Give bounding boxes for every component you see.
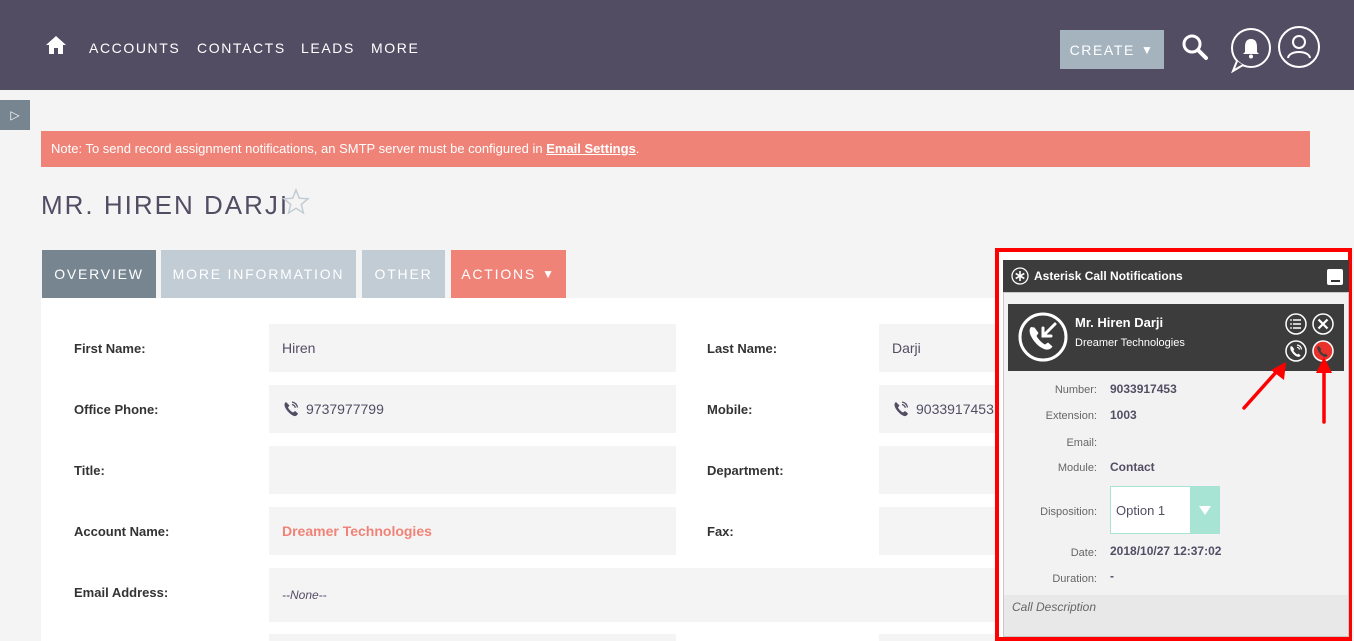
bell-icon[interactable] xyxy=(1229,27,1273,73)
page-title: MR. HIREN DARJI xyxy=(41,190,290,220)
department-label: Department: xyxy=(707,463,784,478)
detail-panel: First Name: Hiren Last Name: Darji Offic… xyxy=(41,298,1001,641)
notification-header: Asterisk Call Notifications xyxy=(1003,260,1349,292)
tab-more-information-label: MORE INFORMATION xyxy=(172,266,345,282)
email-address-field[interactable]: --None-- xyxy=(269,568,1001,622)
user-icon[interactable] xyxy=(1277,25,1321,69)
mobile-field[interactable]: 9033917453 xyxy=(879,385,1001,433)
tab-actions[interactable]: ACTIONS ▼ xyxy=(451,250,566,298)
phone-icon[interactable] xyxy=(282,400,300,418)
call-description-input[interactable]: Call Description xyxy=(1004,595,1348,636)
account-name-label: Account Name: xyxy=(74,524,170,539)
fax-label: Fax: xyxy=(707,524,734,539)
create-button[interactable]: CREATE ▼ xyxy=(1060,30,1164,69)
title-label: Title: xyxy=(74,463,105,478)
module-label: Module: xyxy=(1057,462,1097,474)
number-label: Number: xyxy=(1054,384,1097,396)
play-icon: ▷ xyxy=(10,108,20,122)
banner-suffix: . xyxy=(635,141,640,156)
next-field xyxy=(879,634,1001,641)
nav-leads[interactable]: LEADS xyxy=(301,40,355,56)
extension-label: Extension: xyxy=(1045,410,1097,422)
next-field xyxy=(269,634,676,641)
chevron-down-icon xyxy=(1190,487,1219,533)
mobile-value: 9033917453 xyxy=(916,401,994,417)
last-name-label: Last Name: xyxy=(707,341,778,356)
close-icon[interactable] xyxy=(1312,313,1334,335)
nav-more[interactable]: MORE xyxy=(371,40,419,56)
department-field[interactable] xyxy=(879,446,1001,494)
first-name-field[interactable]: Hiren xyxy=(269,324,676,372)
disposition-label: Disposition: xyxy=(1040,506,1097,518)
mobile-label: Mobile: xyxy=(707,402,753,417)
duration-value: - xyxy=(1110,569,1114,583)
star-icon[interactable] xyxy=(282,188,310,216)
sidebar-toggle-button[interactable]: ▷ xyxy=(0,100,30,130)
number-value: 9033917453 xyxy=(1110,382,1177,396)
asterisk-icon xyxy=(1011,267,1029,285)
incoming-call-icon xyxy=(1018,312,1068,362)
minimize-button[interactable] xyxy=(1327,269,1343,285)
account-name-link[interactable]: Dreamer Technologies xyxy=(269,507,676,555)
date-value: 2018/10/27 12:37:02 xyxy=(1110,544,1222,558)
email-label: Email: xyxy=(1066,437,1097,449)
caret-down-icon: ▼ xyxy=(1140,42,1155,57)
notification-banner: Note: To send record assignment notifica… xyxy=(41,131,1310,167)
tab-other-label: OTHER xyxy=(374,266,433,282)
disposition-value: Option 1 xyxy=(1116,502,1166,518)
email-address-label: Email Address: xyxy=(74,585,169,600)
tab-other[interactable]: OTHER xyxy=(362,250,445,298)
fax-field[interactable] xyxy=(879,507,1001,555)
module-value: Contact xyxy=(1110,460,1155,474)
notification-title: Asterisk Call Notifications xyxy=(1034,269,1183,283)
call-notification-widget: Asterisk Call Notifications Mr. Hiren Da… xyxy=(995,248,1352,641)
nav-accounts[interactable]: ACCOUNTS xyxy=(89,40,180,56)
list-icon[interactable] xyxy=(1285,313,1307,335)
banner-text: Note: To send record assignment notifica… xyxy=(51,141,547,156)
caret-down-icon: ▼ xyxy=(542,267,556,281)
tab-actions-label: ACTIONS xyxy=(461,266,537,282)
office-phone-value: 9737977799 xyxy=(306,401,384,417)
email-settings-link[interactable]: Email Settings xyxy=(546,141,636,156)
caller-name: Mr. Hiren Darji xyxy=(1075,315,1164,330)
extension-value: 1003 xyxy=(1110,408,1137,422)
tab-overview[interactable]: OVERVIEW xyxy=(42,250,156,298)
caller-company: Dreamer Technologies xyxy=(1075,337,1185,349)
disposition-select[interactable]: Option 1 xyxy=(1110,486,1220,534)
call-card: Mr. Hiren Darji Dreamer Technologies xyxy=(1008,304,1344,371)
notification-body: Mr. Hiren Darji Dreamer Technologies Num… xyxy=(1003,292,1349,637)
office-phone-label: Office Phone: xyxy=(74,402,159,417)
tab-more-information[interactable]: MORE INFORMATION xyxy=(161,250,356,298)
duration-label: Duration: xyxy=(1052,573,1097,585)
tab-overview-label: OVERVIEW xyxy=(54,266,144,282)
title-field[interactable] xyxy=(269,446,676,494)
top-navbar: ACCOUNTS CONTACTS LEADS MORE CREATE ▼ xyxy=(0,0,1354,90)
first-name-label: First Name: xyxy=(74,341,146,356)
last-name-field[interactable]: Darji xyxy=(879,324,1001,372)
search-icon[interactable] xyxy=(1181,33,1209,61)
office-phone-field[interactable]: 9737977799 xyxy=(269,385,676,433)
date-label: Date: xyxy=(1070,547,1097,559)
home-icon[interactable] xyxy=(45,35,67,55)
annotation-arrow xyxy=(1316,357,1332,424)
phone-icon[interactable] xyxy=(892,400,910,418)
nav-contacts[interactable]: CONTACTS xyxy=(197,40,286,56)
annotation-arrow xyxy=(1242,362,1286,410)
create-label: CREATE xyxy=(1069,41,1135,58)
